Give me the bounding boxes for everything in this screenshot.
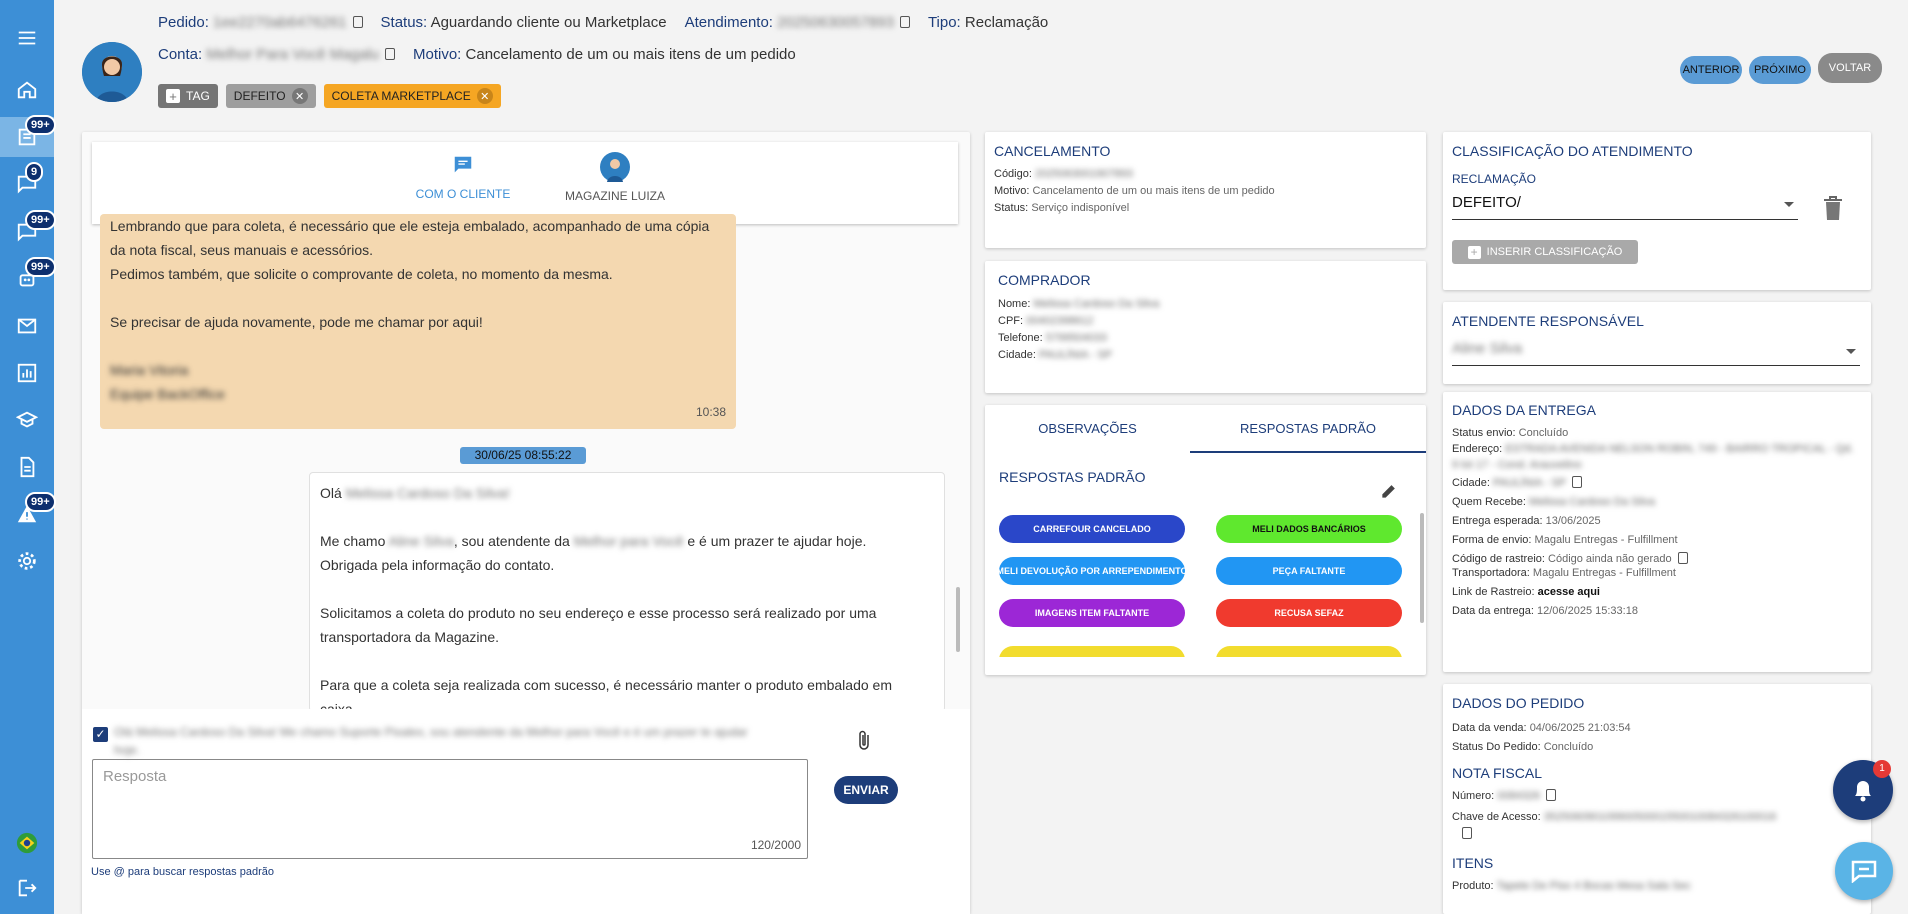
messages-badge: 9 bbox=[25, 162, 44, 182]
alert-icon[interactable]: 99+ bbox=[0, 492, 56, 534]
plus-icon: + bbox=[1467, 245, 1481, 259]
chat-icon[interactable]: 99+ bbox=[0, 210, 56, 252]
template-chip[interactable]: IMAGENS ITEM FALTANTE bbox=[999, 599, 1185, 627]
template-chip[interactable]: PEÇA FALTANTE bbox=[1216, 557, 1402, 585]
cancelamento-card: CANCELAMENTO Código: 2025063001907893 Mo… bbox=[985, 132, 1426, 248]
chip-overflow bbox=[999, 641, 1402, 657]
motivo-field: Motivo: Cancelamento de um ou mais itens… bbox=[412, 46, 796, 63]
template-chip[interactable] bbox=[1216, 646, 1402, 657]
status-field: Status: Aguardando cliente ou Marketplac… bbox=[380, 14, 667, 31]
bell-icon bbox=[1855, 781, 1871, 802]
tag-coleta-marketplace: COLETA MARKETPLACE ✕ bbox=[323, 84, 501, 108]
settings-icon[interactable] bbox=[0, 541, 54, 581]
reply-hint: Use @ para buscar respostas padrão bbox=[91, 866, 274, 878]
magazine-avatar bbox=[600, 152, 630, 182]
remove-tag-icon[interactable]: ✕ bbox=[291, 88, 308, 104]
tab-com-o-cliente[interactable]: COM O CLIENTE bbox=[400, 142, 526, 224]
notifications-count: 1 bbox=[1873, 760, 1891, 778]
reply-input[interactable]: Resposta 120/2000 bbox=[92, 759, 808, 859]
chat-scrollbar[interactable] bbox=[956, 587, 960, 652]
chevron-down-icon bbox=[1846, 349, 1856, 354]
copy-icon[interactable] bbox=[352, 16, 363, 29]
template-chip[interactable]: RECUSA SEFAZ bbox=[1216, 599, 1402, 627]
template-chip[interactable]: MELI DADOS BANCÁRIOS bbox=[1216, 515, 1402, 543]
responsavel-select[interactable]: Aline Silva bbox=[1452, 340, 1860, 366]
pedido-card: DADOS DO PEDIDO Data da venda: 04/06/202… bbox=[1443, 684, 1871, 914]
tickets-badge: 99+ bbox=[25, 115, 56, 135]
conta-field: Conta: Melhor Para Você Magalu bbox=[158, 46, 395, 63]
plus-icon: + bbox=[166, 89, 180, 104]
message-bubble-sent: Lembrando que para coleta, é necessário … bbox=[100, 214, 736, 429]
copy-icon[interactable] bbox=[1462, 826, 1472, 839]
language-flag-icon[interactable] bbox=[0, 823, 54, 863]
copy-icon[interactable] bbox=[1546, 789, 1557, 802]
entrega-card: DADOS DA ENTREGA Status envio: Concluído… bbox=[1443, 392, 1871, 672]
logout-icon[interactable] bbox=[0, 868, 54, 908]
date-chip: 30/06/25 08:55:22 bbox=[460, 447, 586, 464]
template-chip[interactable]: CARREFOUR CANCELADO bbox=[999, 515, 1185, 543]
tag-list: + TAG DEFEITO ✕ COLETA MARKETPLACE ✕ bbox=[158, 84, 501, 108]
bot-badge: 99+ bbox=[25, 257, 56, 277]
template-chip[interactable]: MELI DEVOLUÇÃO POR ARREPENDIMENTO bbox=[997, 557, 1188, 585]
chat-icon bbox=[454, 156, 472, 173]
responsavel-card: ATENDENTE RESPONSÁVEL Aline Silva bbox=[1443, 302, 1871, 384]
document-icon[interactable] bbox=[0, 447, 54, 487]
remove-tag-icon[interactable]: ✕ bbox=[476, 88, 493, 104]
alert-badge: 99+ bbox=[25, 492, 56, 512]
agent-avatar bbox=[82, 42, 142, 102]
classificacao-select[interactable]: DEFEITO/ bbox=[1452, 194, 1798, 220]
bot-icon[interactable]: 99+ bbox=[0, 257, 56, 299]
pedido-field: Pedido: 1ee2270ab6476261 bbox=[158, 14, 363, 31]
add-tag-button[interactable]: + TAG bbox=[158, 84, 218, 108]
notifications-button[interactable]: 1 bbox=[1833, 760, 1893, 820]
tab-observacoes[interactable]: OBSERVAÇÕES bbox=[985, 405, 1190, 453]
proximo-button[interactable]: PRÓXIMO bbox=[1749, 56, 1811, 84]
tickets-icon[interactable]: 99+ bbox=[0, 115, 56, 157]
message-bubble-received: Olá Melissa Cardoso Da Silva! Me chamo A… bbox=[309, 472, 945, 712]
edit-icon[interactable] bbox=[1379, 481, 1399, 501]
tag-defeito: DEFEITO ✕ bbox=[225, 84, 316, 108]
chevron-down-icon bbox=[1784, 202, 1794, 207]
respostas-card: OBSERVAÇÕES RESPOSTAS PADRÃO RESPOSTAS P… bbox=[985, 405, 1426, 675]
comprador-card: COMPRADOR Nome: Melissa Cardoso Da Silva… bbox=[985, 261, 1426, 393]
messages-icon[interactable]: 9 bbox=[0, 162, 54, 204]
tab-respostas-padrao[interactable]: RESPOSTAS PADRÃO bbox=[1190, 405, 1426, 453]
template-checkbox[interactable]: ✓ bbox=[93, 727, 108, 742]
delete-icon[interactable] bbox=[1822, 195, 1844, 221]
reports-icon[interactable] bbox=[0, 353, 54, 393]
attach-icon[interactable] bbox=[857, 729, 871, 751]
respostas-scrollbar[interactable] bbox=[1420, 513, 1424, 623]
send-button[interactable]: ENVIAR bbox=[834, 776, 898, 804]
atendimento-field: Atendimento: 20250630057893 bbox=[685, 14, 910, 31]
sidebar: 99+ 9 99+ 99+ 99+ bbox=[0, 0, 56, 914]
anterior-button[interactable]: ANTERIOR bbox=[1680, 56, 1742, 84]
tab-magazine-luiza[interactable]: MAGAZINE LUIZA bbox=[552, 142, 678, 224]
reply-area: ✓ Olá Melissa Cardoso Da Silva! Me chamo… bbox=[82, 709, 970, 914]
support-chat-button[interactable] bbox=[1835, 842, 1893, 900]
tipo-field: Tipo: Reclamação bbox=[927, 14, 1049, 31]
rastreio-link[interactable]: acesse aqui bbox=[1538, 586, 1600, 598]
inserir-classificacao-button[interactable]: + INSERIR CLASSIFICAÇÃO bbox=[1452, 240, 1638, 264]
school-icon[interactable] bbox=[0, 400, 54, 440]
copy-icon[interactable] bbox=[1572, 476, 1583, 489]
copy-icon[interactable] bbox=[1677, 552, 1688, 565]
voltar-button[interactable]: VOLTAR bbox=[1818, 53, 1882, 83]
home-icon[interactable] bbox=[0, 70, 54, 110]
chat-bubble-icon bbox=[1851, 860, 1877, 883]
chat-badge: 99+ bbox=[25, 210, 56, 230]
copy-icon[interactable] bbox=[899, 16, 910, 29]
mail-icon[interactable] bbox=[0, 306, 54, 346]
ticket-header: Pedido: 1ee2270ab6476261 Status: Aguarda… bbox=[54, 0, 1908, 125]
classificacao-card: CLASSIFICAÇÃO DO ATENDIMENTO RECLAMAÇÃO … bbox=[1443, 132, 1871, 290]
chat-panel: COM O CLIENTE MAGAZINE LUIZA Lembrando q… bbox=[82, 132, 970, 914]
copy-icon[interactable] bbox=[384, 48, 395, 61]
menu-icon[interactable] bbox=[0, 18, 54, 58]
chat-tabs: COM O CLIENTE MAGAZINE LUIZA bbox=[92, 142, 958, 224]
template-chip[interactable] bbox=[999, 646, 1185, 657]
